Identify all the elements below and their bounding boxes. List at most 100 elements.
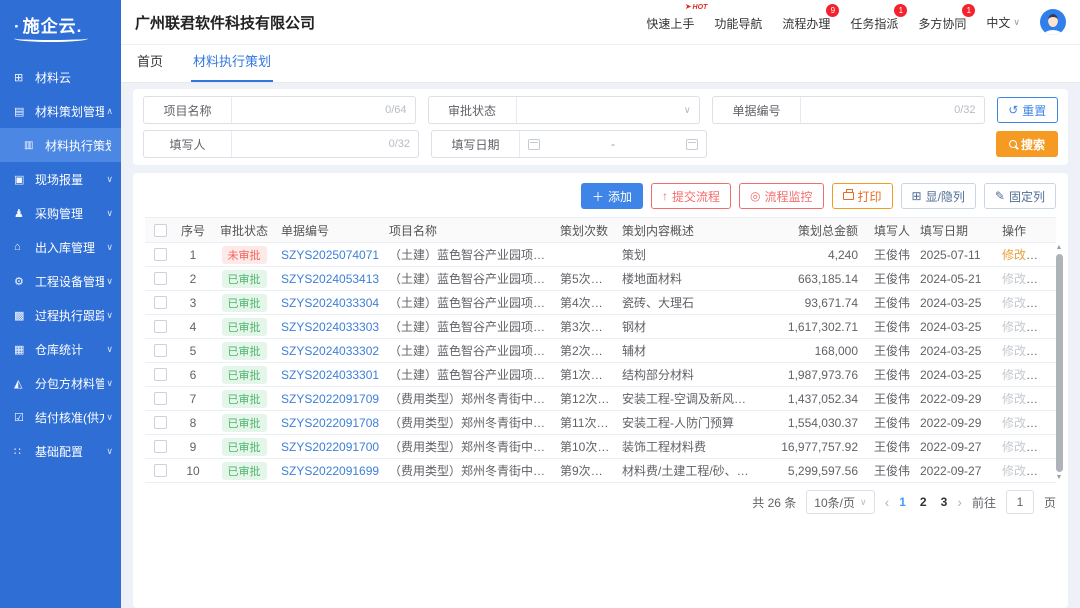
hot-tag-icon: HOT — [685, 2, 707, 11]
doc-number-input[interactable]: 0/32 — [801, 97, 984, 123]
language-selector[interactable]: 中文 ∨ — [986, 14, 1020, 31]
add-button[interactable]: ＋ 添加 — [581, 183, 643, 209]
print-button[interactable]: 打印 — [832, 183, 893, 209]
edit-action[interactable]: 修改 — [1002, 416, 1026, 430]
sidebar-menu-item[interactable]: ♟ 采购管理 ∨ — [0, 196, 121, 230]
edit-action[interactable]: 修改 — [1002, 344, 1026, 358]
filler-input[interactable]: 0/32 — [232, 131, 418, 157]
doc-number-link[interactable]: SZYS2024033303 — [281, 320, 379, 334]
row-checkbox[interactable] — [154, 344, 167, 357]
doc-number-link[interactable]: SZYS2022091708 — [281, 416, 379, 430]
show-hide-columns-button[interactable]: ⊞ 显/隐列 — [901, 183, 976, 209]
project-name-cell: （费用类型）郑州冬青街中学项目 — [385, 438, 556, 455]
doc-number-link[interactable]: SZYS2022091709 — [281, 392, 379, 406]
top-nav-item[interactable]: 任务指派 1 — [850, 13, 898, 32]
notification-badge: 1 — [962, 4, 975, 17]
row-checkbox[interactable] — [154, 416, 167, 429]
doc-number-link[interactable]: SZYS2024033301 — [281, 368, 379, 382]
edit-action[interactable]: 修改 — [1002, 296, 1026, 310]
sidebar-menu-item[interactable]: ▦ 仓库统计 ∨ — [0, 332, 121, 366]
sidebar-menu-item[interactable]: ⊞ 材料云 — [0, 60, 121, 94]
goto-page-input[interactable]: 1 — [1006, 490, 1034, 514]
row-checkbox[interactable] — [154, 320, 167, 333]
sidebar-menu-item[interactable]: ∷ 基础配置 ∨ — [0, 434, 121, 468]
filler-cell: 王俊伟 — [870, 270, 916, 287]
sidebar-menu-item[interactable]: ⚙ 工程设备管理 ∨ — [0, 264, 121, 298]
scroll-down-icon[interactable]: ▼ — [1056, 473, 1063, 483]
reset-button[interactable]: ↺ 重置 — [997, 97, 1058, 123]
sidebar-menu-item[interactable]: ◭ 分包方材料管理 ∨ — [0, 366, 121, 400]
edit-action[interactable]: 修改 — [1002, 320, 1026, 334]
sidebar-menu-item[interactable]: ▩ 过程执行跟踪 ∨ — [0, 298, 121, 332]
sidebar-menu-item[interactable]: ▣ 现场报量 ∨ — [0, 162, 121, 196]
doc-number-link[interactable]: SZYS2025074071 — [281, 248, 379, 262]
edit-action[interactable]: 修改 — [1002, 368, 1026, 382]
filler-label: 填写人 — [144, 131, 232, 157]
sidebar-menu-item[interactable]: ⌂ 出入库管理 ∨ — [0, 230, 121, 264]
page-number[interactable]: 2 — [920, 495, 927, 509]
amount-cell: 168,000 — [758, 344, 870, 358]
flow-monitor-button[interactable]: ◎ 流程监控 — [739, 183, 824, 209]
top-nav-item[interactable]: 流程办理 9 — [782, 13, 830, 32]
project-name-cell: （土建）蓝色智谷产业园项目施工总承包工程 — [385, 366, 556, 383]
edit-action[interactable]: 修改 — [1002, 248, 1026, 262]
prev-page-arrow[interactable]: ‹ — [885, 494, 890, 510]
char-counter: 0/32 — [954, 104, 975, 116]
select-all-checkbox[interactable] — [154, 224, 167, 237]
sidebar-item-label: 结付核准(供方报) — [35, 409, 104, 426]
amount-cell: 1,617,302.71 — [758, 320, 870, 334]
sidebar-menu-item[interactable]: ▤ 材料策划管理 ∧ — [0, 94, 121, 128]
col-header-filler: 填写人 — [870, 222, 916, 239]
top-nav-item[interactable]: 快速上手 HOT — [646, 13, 694, 32]
doc-number-link[interactable]: SZYS2024033302 — [281, 344, 379, 358]
submit-flow-button[interactable]: ↑ 提交流程 — [651, 183, 731, 209]
page-size-select[interactable]: 10条/页 ∨ — [806, 490, 874, 514]
row-checkbox[interactable] — [154, 248, 167, 261]
sidebar-item-label: 过程执行跟踪 — [35, 307, 104, 324]
top-nav-item[interactable]: 功能导航 — [714, 13, 762, 32]
search-button[interactable]: 搜索 — [996, 131, 1058, 157]
status-badge: 已审批 — [222, 342, 267, 360]
plan-summary-cell: 安装工程-空调及新风机组 — [618, 390, 758, 407]
edit-action[interactable]: 修改 — [1002, 464, 1026, 478]
row-checkbox[interactable] — [154, 440, 167, 453]
doc-number-link[interactable]: SZYS2024033304 — [281, 296, 379, 310]
page-number[interactable]: 1 — [899, 495, 906, 509]
fix-columns-button[interactable]: ✎ 固定列 — [984, 183, 1056, 209]
row-checkbox[interactable] — [154, 392, 167, 405]
page-tab[interactable]: 首页 — [135, 51, 165, 82]
page-number[interactable]: 3 — [941, 495, 948, 509]
doc-number-link[interactable]: SZYS2022091699 — [281, 464, 379, 478]
table-vertical-scrollbar[interactable]: ▲ ▼ — [1053, 243, 1065, 483]
filler-cell: 王俊伟 — [870, 462, 916, 479]
date-cell: 2022-09-27 — [916, 464, 998, 478]
doc-number-link[interactable]: SZYS2022091700 — [281, 440, 379, 454]
sidebar-menu-item[interactable]: ☑ 结付核准(供方报) ∨ — [0, 400, 121, 434]
project-name-cell: （费用类型）郑州冬青街中学项目 — [385, 462, 556, 479]
scrollbar-thumb[interactable] — [1056, 254, 1063, 472]
row-checkbox[interactable] — [154, 272, 167, 285]
doc-number-link[interactable]: SZYS2024053413 — [281, 272, 379, 286]
row-number: 6 — [175, 368, 211, 382]
date-cell: 2025-07-11 — [916, 248, 998, 262]
amount-cell: 4,240 — [758, 248, 870, 262]
filler-field: 填写人 0/32 — [143, 130, 419, 158]
sidebar-menu-item[interactable]: ▥ 材料执行策划 — [0, 128, 121, 162]
fill-date-range-picker[interactable]: - — [520, 131, 706, 157]
row-checkbox[interactable] — [154, 368, 167, 381]
tab-bar: 首页材料执行策划 — [121, 45, 1080, 83]
sidebar-item-label: 材料云 — [35, 69, 111, 86]
top-nav-item[interactable]: 多方协同 1 — [918, 13, 966, 32]
page-tab[interactable]: 材料执行策划 — [191, 51, 273, 82]
next-page-arrow[interactable]: › — [957, 494, 962, 510]
row-checkbox[interactable] — [154, 296, 167, 309]
edit-action[interactable]: 修改 — [1002, 440, 1026, 454]
scroll-up-icon[interactable]: ▲ — [1056, 243, 1063, 253]
row-checkbox[interactable] — [154, 464, 167, 477]
edit-action[interactable]: 修改 — [1002, 392, 1026, 406]
project-name-input[interactable]: 0/64 — [232, 97, 415, 123]
user-avatar[interactable] — [1040, 9, 1066, 35]
edit-action[interactable]: 修改 — [1002, 272, 1026, 286]
approval-status-select[interactable]: ∨ — [517, 97, 700, 123]
company-name: 广州联君软件科技有限公司 — [135, 12, 315, 33]
